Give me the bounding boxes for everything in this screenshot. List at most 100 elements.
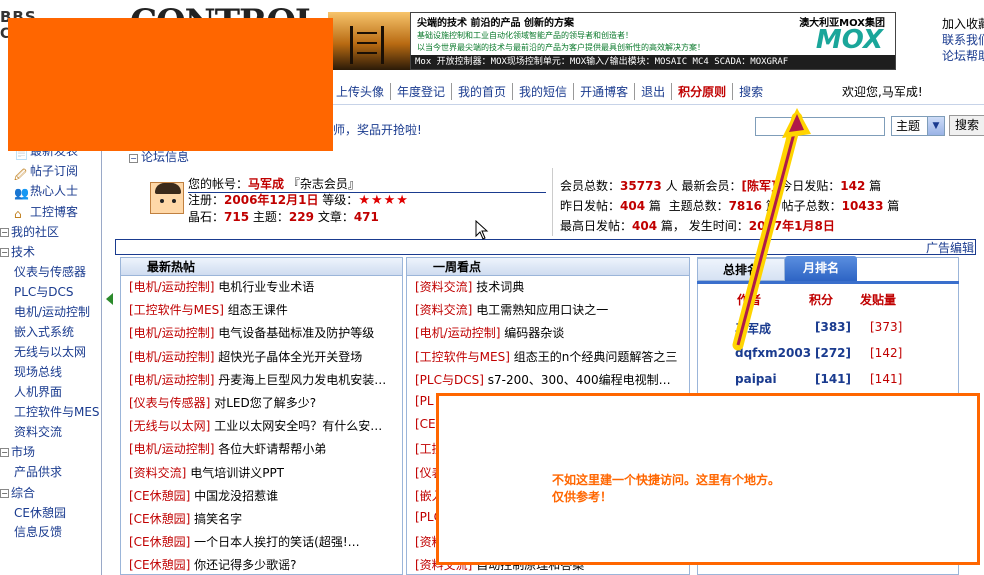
sidebar-item[interactable]: 现场总线 <box>14 363 62 380</box>
list-item[interactable]: [资料交流] 电气培训讲义PPT <box>129 464 284 481</box>
post-category[interactable]: [CE休憩园] <box>129 535 190 549</box>
sidebar-item[interactable]: 产品供求 <box>14 463 62 480</box>
sidebar-item[interactable]: ⌂ 工控博客 <box>14 203 78 221</box>
post-title[interactable]: 工业以太网安全吗？有什么安… <box>214 419 382 433</box>
post-category[interactable]: [CE休憩园] <box>129 489 190 503</box>
nav-my-messages[interactable]: 我的短信 <box>513 82 575 100</box>
post-title[interactable]: s7-200、300、400编程电视制… <box>488 373 671 387</box>
post-title[interactable]: 组态王课件 <box>228 303 288 317</box>
post-title[interactable]: 技术词典 <box>476 280 524 294</box>
list-item[interactable]: [资料交流] 电工需熟知应用口诀之一 <box>415 301 608 318</box>
post-category[interactable]: [电机/运动控制] <box>129 280 214 294</box>
sidebar-item[interactable]: − 我的社区 <box>0 223 59 240</box>
ad-strip[interactable] <box>115 239 976 255</box>
post-category[interactable]: [PLC与DCS] <box>415 373 484 387</box>
post-category[interactable]: [电机/运动控制] <box>129 350 214 364</box>
sidebar-item[interactable]: 电机/运动控制 <box>14 303 90 320</box>
announcement-marquee[interactable]: 师，奖品开抢啦! <box>333 121 422 138</box>
list-item[interactable]: [PLC与DCS] s7-200、300、400编程电视制… <box>415 371 671 388</box>
post-title[interactable]: 超快光子晶体全光开关登场 <box>218 350 362 364</box>
post-title[interactable]: 电气培训讲义PPT <box>190 466 284 480</box>
rank-author[interactable]: 马军成 <box>735 322 771 336</box>
add-favorite-link[interactable]: 加入收藏 <box>942 16 984 32</box>
post-title[interactable]: 你还记得多少歌谣? <box>194 558 296 572</box>
sidebar-item[interactable]: 人机界面 <box>14 383 62 400</box>
post-category[interactable]: [CE休憩园] <box>129 512 190 526</box>
list-item[interactable]: [电机/运动控制] 超快光子晶体全光开关登场 <box>129 348 362 365</box>
post-title[interactable]: 搞笑名字 <box>194 512 242 526</box>
list-item[interactable]: [电机/运动控制] 编码器杂谈 <box>415 324 564 341</box>
post-title[interactable]: 组态王的n个经典问题解答之三 <box>514 350 678 364</box>
post-category[interactable]: [CE <box>415 417 436 431</box>
expand-collapse-icon[interactable]: − <box>0 489 9 498</box>
ad-edit-link[interactable]: 广告编辑 <box>926 239 974 256</box>
mox-ad-banner[interactable]: 尖端的技术 前沿的产品 创新的方案 澳大利亚MOX集团 基础设施控制和工业自动化… <box>410 12 896 70</box>
tab-monthly-rank[interactable]: 月排名 <box>785 256 857 281</box>
list-item[interactable]: [工控软件与MES] 组态王课件 <box>129 301 288 318</box>
sidebar-item[interactable]: − 技术 <box>0 243 35 260</box>
post-category[interactable]: [工控软件与MES] <box>129 303 224 317</box>
nav-points-rules[interactable]: 积分原则 <box>672 82 734 100</box>
nav-logout[interactable]: 退出 <box>635 82 673 100</box>
expand-collapse-icon[interactable]: − <box>0 448 9 457</box>
sidebar-item[interactable]: CE休憩园 <box>14 504 66 521</box>
sidebar-item[interactable]: 嵌入式系统 <box>14 323 74 340</box>
list-item[interactable]: [CE休憩园] 中国龙没招惹谁 <box>129 487 278 504</box>
post-category[interactable]: [无线与以太网] <box>129 419 210 433</box>
post-category[interactable]: [电机/运动控制] <box>129 373 214 387</box>
sidebar-item[interactable]: − 市场 <box>0 443 35 460</box>
list-item[interactable]: [电机/运动控制] 丹麦海上巨型风力发电机安装… <box>129 371 386 388</box>
list-item[interactable]: [电机/运动控制] 各位大虾请帮帮小弟 <box>129 440 326 457</box>
post-title[interactable]: 编码器杂谈 <box>504 326 564 340</box>
nav-annual-register[interactable]: 年度登记 <box>391 82 453 100</box>
post-category[interactable]: [CE休憩园] <box>129 558 190 572</box>
avatar[interactable] <box>150 182 184 214</box>
nav-open-blog[interactable]: 开通博客 <box>574 82 636 100</box>
list-item[interactable]: [CE休憩园] 一个日本人挨打的笑话(超强!… <box>129 533 360 550</box>
forum-help-link[interactable]: 论坛帮助 <box>942 48 984 64</box>
sidebar-item[interactable]: − 综合 <box>0 484 35 501</box>
tab-total-rank[interactable]: 总排名 <box>697 258 785 281</box>
post-title[interactable]: 电气设备基础标准及防护等级 <box>218 326 374 340</box>
oil-rig-ad-image[interactable] <box>328 12 410 70</box>
sidebar-item[interactable]: PLC与DCS <box>14 283 74 300</box>
post-category[interactable]: [仪表与传感器] <box>129 396 210 410</box>
nav-search[interactable]: 搜索 <box>733 83 769 100</box>
post-category[interactable]: [PL <box>415 394 434 408</box>
post-title[interactable]: 电工需熟知应用口诀之一 <box>476 303 608 317</box>
list-item[interactable]: [无线与以太网] 工业以太网安全吗？有什么安… <box>129 417 382 434</box>
rank-author[interactable]: paipai <box>735 372 777 386</box>
post-category[interactable]: [电机/运动控制] <box>129 326 214 340</box>
sidebar-item[interactable]: 信息反馈 <box>14 523 62 540</box>
post-category[interactable]: [资料交流] <box>129 466 186 480</box>
search-button[interactable]: 搜索 <box>949 115 984 136</box>
nav-upload-avatar[interactable]: 上传头像 <box>330 82 392 100</box>
sidebar-item[interactable]: 🖉 帖子订阅 <box>14 162 78 182</box>
sidebar-item[interactable]: 工控软件与MES <box>14 403 100 420</box>
search-type-select[interactable]: 主题 ▼ <box>891 116 945 136</box>
collapse-sidebar-icon[interactable] <box>106 293 113 305</box>
post-title[interactable]: 中国龙没招惹谁 <box>194 489 278 503</box>
post-title[interactable]: 对LED您了解多少? <box>214 396 316 410</box>
list-item[interactable]: [工控软件与MES] 组态王的n个经典问题解答之三 <box>415 348 677 365</box>
sidebar-item[interactable]: 资料交流 <box>14 423 62 440</box>
post-category[interactable]: [资料交流] <box>415 280 472 294</box>
newest-member[interactable]: [陈军] <box>741 179 776 193</box>
list-item[interactable]: [资料交流] 技术词典 <box>415 278 524 295</box>
post-category[interactable]: [电机/运动控制] <box>129 442 214 456</box>
post-category[interactable]: [电机/运动控制] <box>415 326 500 340</box>
nav-my-home[interactable]: 我的首页 <box>452 82 514 100</box>
post-title[interactable]: 一个日本人挨打的笑话(超强!… <box>194 535 360 549</box>
list-item[interactable]: [CE休憩园] 搞笑名字 <box>129 510 242 527</box>
rank-author[interactable]: dqfxm2003 <box>735 346 811 360</box>
post-category[interactable]: [工控软件与MES] <box>415 350 510 364</box>
post-category[interactable]: [资料交流] <box>415 303 472 317</box>
list-item[interactable]: [CE <box>415 417 436 431</box>
sidebar-item[interactable]: 无线与以太网 <box>14 343 86 360</box>
sidebar-item[interactable]: 👥热心人士 <box>14 182 78 200</box>
expand-collapse-icon[interactable]: − <box>0 248 9 257</box>
post-title[interactable]: 丹麦海上巨型风力发电机安装… <box>218 373 386 387</box>
account-name[interactable]: 马军成 <box>248 177 284 191</box>
list-item[interactable]: [电机/运动控制] 电机行业专业术语 <box>129 278 314 295</box>
list-item[interactable]: [仪表与传感器] 对LED您了解多少? <box>129 394 316 411</box>
